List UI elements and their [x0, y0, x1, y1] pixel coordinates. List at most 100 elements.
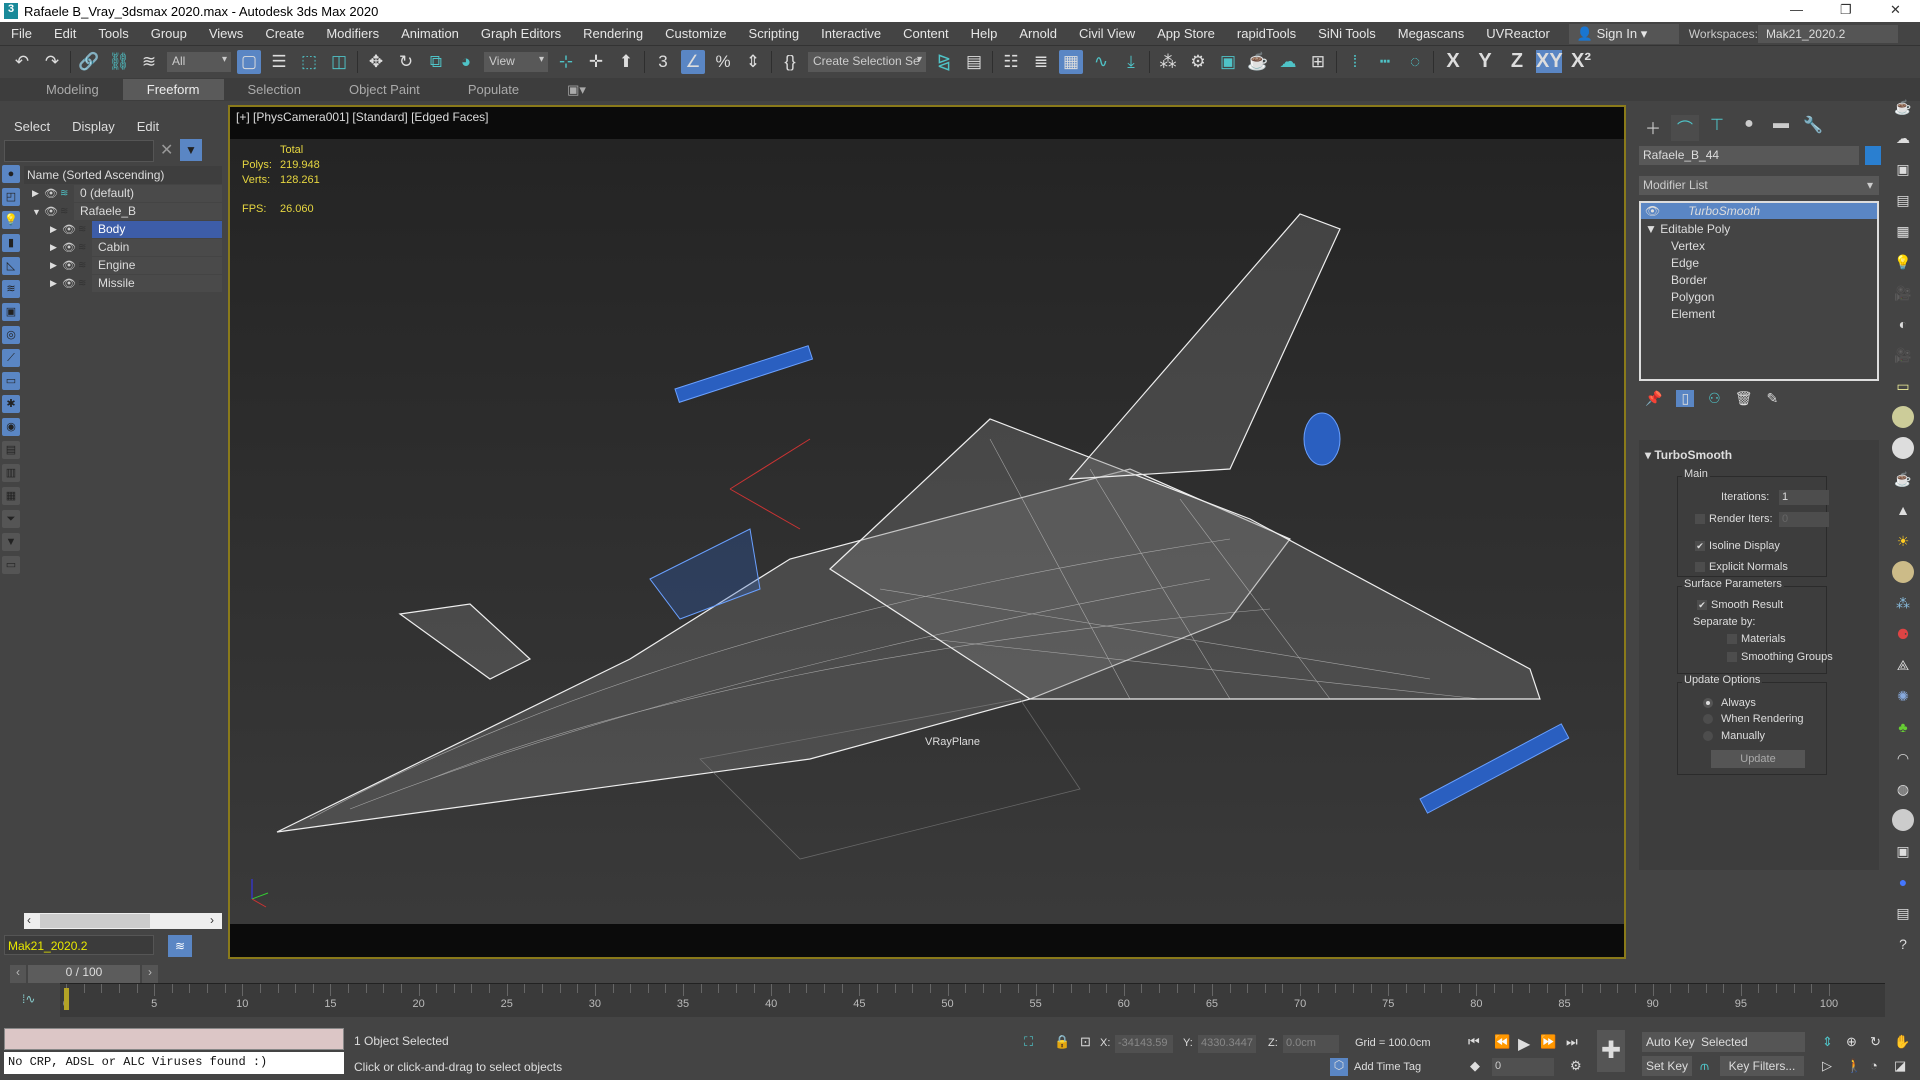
rollout-title[interactable]: ▾ TurboSmooth — [1645, 448, 1732, 462]
ribbon-options-icon[interactable]: ▣▾ — [543, 79, 610, 101]
previous-frame-icon[interactable]: ‹ — [10, 965, 26, 983]
restore-icon[interactable]: ❐ — [1840, 2, 1852, 18]
zoom-extents-icon[interactable]: ⇕ — [1822, 1034, 1833, 1050]
selection-lock-icon[interactable]: 🔒 — [1054, 1034, 1070, 1050]
render-grid-icon[interactable]: ⊞ — [1306, 50, 1330, 74]
menu-app-store[interactable]: App Store — [1146, 26, 1226, 41]
percent-snap-icon[interactable]: % — [711, 50, 735, 74]
explorer-row-missile[interactable]: ▶ 👁 ≋ Missile — [50, 275, 222, 292]
dome-light-icon[interactable] — [1892, 406, 1914, 428]
menu-tools[interactable]: Tools — [87, 26, 139, 41]
x-coordinate-field[interactable]: -34143.59 — [1115, 1035, 1173, 1053]
maxscript-input[interactable] — [4, 1028, 344, 1050]
scroll-right-icon[interactable]: › — [210, 913, 214, 927]
display-geometry-icon[interactable]: ● — [2, 165, 20, 183]
stack-item-edge[interactable]: Edge — [1671, 255, 1699, 271]
vfb-icon[interactable]: ▣ — [1892, 840, 1914, 862]
menu-help[interactable]: Help — [960, 26, 1009, 41]
explorer-workspace-dropdown[interactable]: Mak21_2020.2 — [4, 935, 154, 955]
show-end-result-icon[interactable]: ▯ — [1676, 389, 1695, 407]
display-tab-icon[interactable]: ▬ — [1767, 115, 1795, 141]
explorer-menu-display[interactable]: Display — [72, 119, 115, 134]
sphere-fade-icon[interactable] — [1892, 809, 1914, 831]
visibility-eye-icon[interactable]: 👁 — [62, 277, 78, 290]
tab-modeling[interactable]: Modeling — [22, 79, 123, 100]
angle-snap-icon[interactable]: ∠ — [681, 49, 705, 74]
key-mode-toggle-icon[interactable]: ◆ — [1470, 1058, 1480, 1074]
menu-views[interactable]: Views — [198, 26, 254, 41]
menu-sini-tools[interactable]: SiNi Tools — [1307, 26, 1387, 41]
menu-group[interactable]: Group — [140, 26, 198, 41]
axis-constraint-button[interactable]: X² — [1568, 50, 1594, 73]
ambient-light-icon[interactable] — [1892, 561, 1914, 583]
axis-xy-button[interactable]: XY — [1536, 50, 1563, 73]
tab-populate[interactable]: Populate — [444, 79, 543, 100]
menu-modifiers[interactable]: Modifiers — [315, 26, 390, 41]
scene-converter-icon[interactable]: ▤ — [1892, 902, 1914, 924]
dotted-grid-icon[interactable]: ⁞ — [1343, 50, 1367, 74]
mesh-light-icon[interactable]: ☕ — [1892, 468, 1914, 490]
menu-uvreactor[interactable]: UVReactor — [1475, 26, 1561, 41]
undo-icon[interactable]: ↶ — [10, 50, 34, 74]
scrollbar-thumb[interactable] — [40, 914, 150, 928]
menu-edit[interactable]: Edit — [43, 26, 87, 41]
explorer-horizontal-scrollbar[interactable]: ‹ › — [24, 913, 222, 929]
visibility-eye-icon[interactable]: 👁 — [44, 205, 60, 218]
render-production-icon[interactable]: ☕ — [1246, 50, 1270, 74]
tab-freeform[interactable]: Freeform — [122, 79, 224, 100]
explorer-row-layer-default[interactable]: ▶ 👁 ≋ 0 (default) — [32, 185, 222, 202]
filter-icon-2[interactable]: ▼ — [2, 533, 20, 551]
render-teapot-icon[interactable]: ☕ — [1892, 96, 1914, 118]
explorer-search-input[interactable] — [4, 140, 154, 162]
toon-icon[interactable]: ● — [1892, 871, 1914, 893]
smooth-result-checkbox[interactable]: ✔ — [1697, 600, 1707, 610]
explorer-menu-edit[interactable]: Edit — [137, 119, 159, 134]
sphere-light-icon[interactable] — [1892, 437, 1914, 459]
vr-camera-icon[interactable]: 🎥 — [1892, 344, 1914, 366]
default-in-out-tangents-icon[interactable]: ⫙ — [1700, 1058, 1709, 1074]
modify-tab-icon[interactable]: ⌒ — [1671, 115, 1699, 141]
keyboard-shortcut-override-icon[interactable]: ⬆ — [614, 50, 638, 74]
when-rendering-radio[interactable] — [1703, 714, 1713, 724]
create-tab-icon[interactable]: ＋ — [1639, 115, 1667, 141]
z-coordinate-field[interactable]: 0.0cm — [1283, 1035, 1339, 1053]
link-icon[interactable]: 🔗 — [77, 50, 101, 74]
display-shapes-icon[interactable]: ◰ — [2, 188, 20, 206]
maximize-viewport-icon[interactable]: ◪ — [1894, 1058, 1906, 1074]
render-settings-icon[interactable]: ▤ — [1892, 189, 1914, 211]
tab-object-paint[interactable]: Object Paint — [325, 79, 444, 100]
axis-x-button[interactable]: X — [1440, 50, 1466, 73]
always-radio[interactable] — [1703, 698, 1713, 708]
mirror-icon[interactable]: ⧎ — [932, 50, 956, 74]
expand-arrow-icon[interactable]: ▶ — [50, 278, 62, 289]
edit-named-selection-icon[interactable]: {} — [778, 50, 802, 74]
auto-key-button[interactable]: Auto Key — [1642, 1032, 1699, 1052]
physical-camera-icon[interactable]: ◐ — [1892, 313, 1914, 335]
time-slider[interactable]: ‹ 0 / 100 › — [10, 965, 158, 983]
container-icon[interactable]: ▭ — [2, 556, 20, 574]
utilities-tab-icon[interactable]: 🔧 — [1799, 115, 1827, 141]
make-unique-icon[interactable]: ⚇ — [1708, 390, 1721, 407]
vray-material-icon[interactable]: ◍ — [1892, 778, 1914, 800]
expand-arrow-icon[interactable]: ▶ — [50, 260, 62, 271]
schematic-view-icon[interactable]: ⤓ — [1119, 50, 1143, 74]
stack-item-vertex[interactable]: Vertex — [1671, 238, 1705, 254]
workspace-dropdown[interactable]: Mak21_2020.2 — [1757, 24, 1898, 43]
play-icon[interactable]: ▶ — [1518, 1034, 1530, 1054]
clear-search-icon[interactable]: ✕ — [160, 140, 173, 160]
layer-explorer-icon[interactable]: ≣ — [1029, 50, 1053, 74]
selection-filter-dropdown[interactable]: All — [167, 51, 231, 72]
expand-arrow-icon[interactable]: ▶ — [50, 224, 62, 235]
y-coordinate-field[interactable]: 4330.3447 — [1198, 1035, 1256, 1053]
object-color-swatch[interactable] — [1865, 146, 1881, 165]
menu-scripting[interactable]: Scripting — [738, 26, 811, 41]
decal-icon[interactable]: ◠ — [1892, 747, 1914, 769]
display-groups-icon[interactable]: ▣ — [2, 303, 20, 321]
rendered-frame-window-icon[interactable]: ▣ — [1216, 50, 1240, 74]
minimize-icon[interactable]: — — [1790, 2, 1803, 17]
display-xrefs-icon[interactable]: ◎ — [2, 326, 20, 344]
stack-item-turbosmooth[interactable]: 👁 TurboSmooth — [1641, 203, 1877, 219]
scene-explorer-icon[interactable]: ☷ — [999, 50, 1023, 74]
previous-key-icon[interactable]: ⏪ — [1494, 1034, 1510, 1050]
menu-arnold[interactable]: Arnold — [1008, 26, 1068, 41]
